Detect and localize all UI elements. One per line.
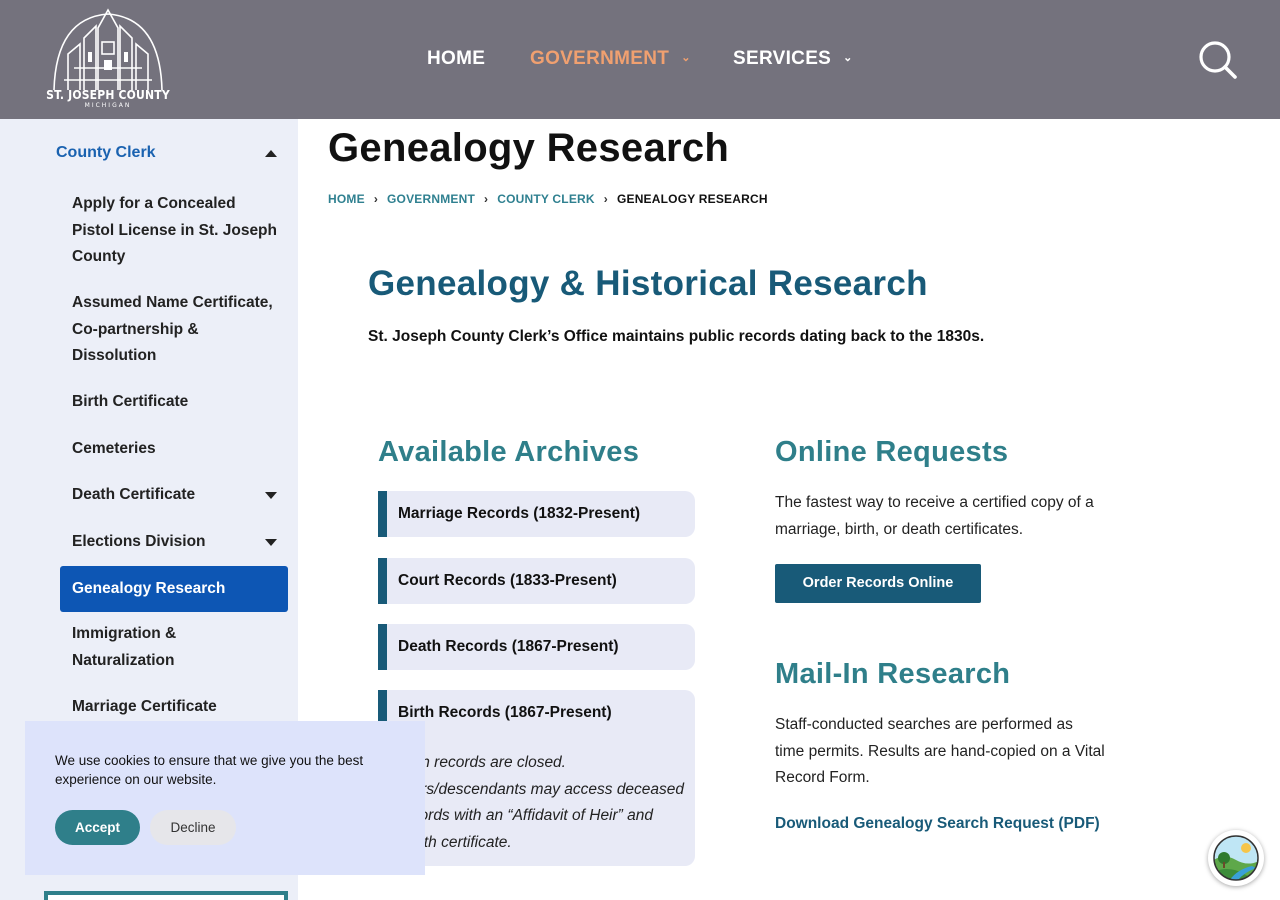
decline-button[interactable]: Decline — [150, 810, 236, 845]
logo-text: ST. JOSEPH COUNTY — [46, 88, 170, 102]
sidebar-item-cemeteries[interactable]: Cemeteries — [72, 436, 277, 463]
sidebar-item-birth-certificate[interactable]: Birth Certificate — [72, 389, 277, 416]
archive-card: Court Records (1833-Present) — [378, 558, 695, 604]
sidebar-item-elections-division[interactable]: Elections Division — [72, 529, 277, 556]
accept-button[interactable]: Accept — [55, 810, 140, 845]
online-requests-text: The fastest way to receive a certified c… — [775, 494, 1094, 538]
nav-government[interactable]: GOVERNMENT ⌄ — [530, 48, 691, 72]
landscape-icon — [1213, 835, 1259, 881]
cookie-banner: We use cookies to ensure that we give yo… — [25, 721, 425, 875]
archive-note: Birth records are closed. Heirs/descenda… — [398, 754, 685, 851]
sidebar-item-assumed-name[interactable]: Assumed Name Certificate, Co-partnership… — [72, 290, 277, 370]
site-header: ST. JOSEPH COUNTY MICHIGAN HOME GOVERNME… — [0, 0, 1280, 119]
nav-services[interactable]: SERVICES ⌄ — [733, 48, 853, 72]
archive-card: Marriage Records (1832-Present) — [378, 491, 695, 537]
chevron-right-icon: › — [484, 192, 489, 206]
sidebar-item-concealed-pistol[interactable]: Apply for a Concealed Pistol License in … — [72, 191, 277, 271]
chevron-down-icon: ⌄ — [843, 52, 853, 64]
archive-title: Birth Records (1867-Present) — [398, 704, 612, 721]
intro-text: St. Joseph County Clerk’s Office maintai… — [368, 328, 985, 345]
county-logo[interactable]: ST. JOSEPH COUNTY MICHIGAN — [44, 8, 172, 112]
archive-title: Marriage Records (1832-Present) — [398, 505, 641, 522]
archive-title: Death Records (1867-Present) — [398, 638, 619, 655]
archives-heading: Available Archives — [378, 436, 640, 468]
search-icon — [1199, 41, 1237, 79]
sidebar-widget-box — [44, 891, 288, 900]
nav-services-label: SERVICES — [733, 48, 832, 69]
cookie-text: We use cookies to ensure that we give yo… — [55, 753, 364, 787]
download-search-request-link[interactable]: Download Genealogy Search Request (PDF) — [775, 811, 1105, 838]
breadcrumb-home[interactable]: HOME — [328, 192, 365, 206]
chevron-right-icon: › — [603, 192, 608, 206]
breadcrumb-government[interactable]: GOVERNMENT — [387, 192, 475, 206]
order-records-button[interactable]: Order Records Online — [775, 564, 981, 603]
sidebar-heading-county-clerk[interactable]: County Clerk — [56, 144, 156, 162]
breadcrumb-county-clerk[interactable]: COUNTY CLERK — [497, 192, 595, 206]
courthouse-icon — [53, 8, 163, 91]
section-title: Genealogy & Historical Research — [368, 264, 928, 303]
sidebar-item-immigration[interactable]: Immigration & Naturalization — [72, 621, 277, 674]
nav-home[interactable]: HOME — [427, 48, 485, 72]
chevron-right-icon: › — [373, 192, 379, 206]
sidebar-item-death-certificate[interactable]: Death Certificate — [72, 482, 277, 509]
breadcrumb: HOME › GOVERNMENT › COUNTY CLERK › GENEALOGY R… — [328, 192, 768, 206]
sidebar-item-marriage-certificate[interactable]: Marriage Certificate — [72, 694, 277, 721]
search-button[interactable] — [1198, 40, 1238, 80]
logo-subtext: MICHIGAN — [84, 102, 132, 109]
nav-home-label: HOME — [427, 48, 486, 69]
caret-down-icon[interactable] — [265, 539, 277, 546]
sidebar-item-genealogy-research[interactable]: Genealogy Research — [60, 566, 288, 612]
breadcrumb-current: GENEALOGY RESEARCH — [616, 192, 768, 206]
accessibility-widget-button[interactable] — [1208, 830, 1264, 886]
archive-card: Death Records (1867-Present) — [378, 624, 695, 670]
caret-up-icon[interactable] — [265, 150, 277, 157]
mail-in-heading: Mail-In Research — [775, 658, 1011, 690]
caret-down-icon[interactable] — [265, 492, 277, 499]
online-requests-heading: Online Requests — [775, 436, 1009, 468]
archive-title: Court Records (1833-Present) — [398, 572, 617, 589]
page-title: Genealogy Research — [328, 126, 730, 170]
nav-government-label: GOVERNMENT — [530, 48, 670, 69]
mail-in-text: Staff-conducted searches are performed a… — [775, 716, 1105, 786]
chevron-down-icon: ⌄ — [681, 52, 691, 64]
archive-card: Birth Records (1867-Present) Birth recor… — [378, 690, 695, 866]
